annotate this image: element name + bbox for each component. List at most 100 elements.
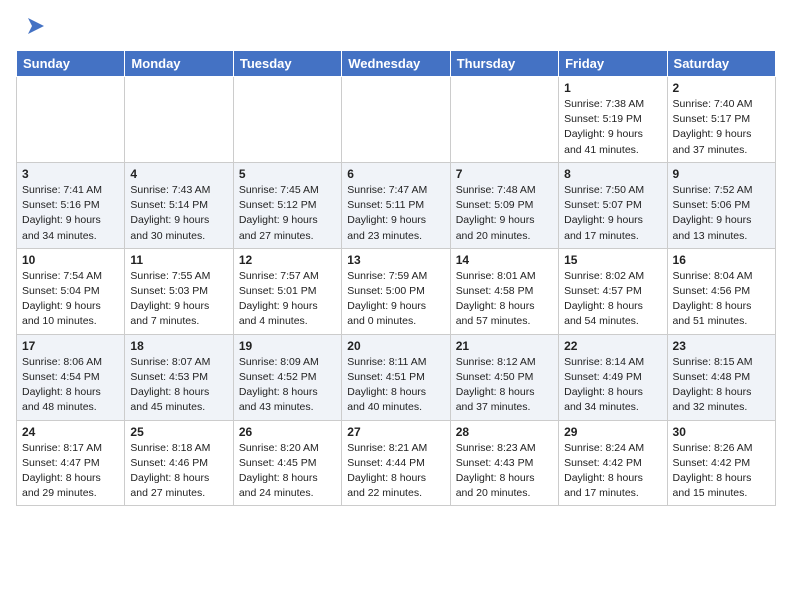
calendar-cell: 7 Sunrise: 7:48 AM Sunset: 5:09 PM Daylig… — [450, 162, 558, 248]
calendar-cell: 9 Sunrise: 7:52 AM Sunset: 5:06 PM Daylig… — [667, 162, 775, 248]
calendar-cell: 14 Sunrise: 8:01 AM Sunset: 4:58 PM Dayli… — [450, 248, 558, 334]
day-number: 21 — [456, 339, 553, 353]
calendar-cell: 5 Sunrise: 7:45 AM Sunset: 5:12 PM Daylig… — [233, 162, 341, 248]
day-number: 20 — [347, 339, 444, 353]
day-number: 8 — [564, 167, 661, 181]
calendar-week-row: 1 Sunrise: 7:38 AM Sunset: 5:19 PM Daylig… — [17, 77, 776, 163]
calendar-header-saturday: Saturday — [667, 51, 775, 77]
day-number: 29 — [564, 425, 661, 439]
calendar-cell — [342, 77, 450, 163]
day-number: 7 — [456, 167, 553, 181]
day-number: 12 — [239, 253, 336, 267]
day-info: Sunrise: 7:45 AM Sunset: 5:12 PM Dayligh… — [239, 183, 336, 244]
day-info: Sunrise: 8:06 AM Sunset: 4:54 PM Dayligh… — [22, 355, 119, 416]
day-number: 10 — [22, 253, 119, 267]
day-info: Sunrise: 8:20 AM Sunset: 4:45 PM Dayligh… — [239, 441, 336, 502]
calendar-cell: 3 Sunrise: 7:41 AM Sunset: 5:16 PM Daylig… — [17, 162, 125, 248]
day-number: 30 — [673, 425, 770, 439]
day-info: Sunrise: 8:04 AM Sunset: 4:56 PM Dayligh… — [673, 269, 770, 330]
day-number: 15 — [564, 253, 661, 267]
calendar: SundayMondayTuesdayWednesdayThursdayFrid… — [16, 50, 776, 506]
day-info: Sunrise: 8:07 AM Sunset: 4:53 PM Dayligh… — [130, 355, 227, 416]
calendar-cell: 21Sunrise: 8:12 AM Sunset: 4:50 PM Dayli… — [450, 334, 558, 420]
calendar-cell: 30 Sunrise: 8:26 AM Sunset: 4:42 PM Dayli… — [667, 420, 775, 506]
calendar-cell: 19Sunrise: 8:09 AM Sunset: 4:52 PM Dayli… — [233, 334, 341, 420]
calendar-cell: 11 Sunrise: 7:55 AM Sunset: 5:03 PM Dayli… — [125, 248, 233, 334]
day-info: Sunrise: 8:17 AM Sunset: 4:47 PM Dayligh… — [22, 441, 119, 502]
day-info: Sunrise: 7:52 AM Sunset: 5:06 PM Dayligh… — [673, 183, 770, 244]
calendar-week-row: 10 Sunrise: 7:54 AM Sunset: 5:04 PM Dayli… — [17, 248, 776, 334]
day-info: Sunrise: 8:21 AM Sunset: 4:44 PM Dayligh… — [347, 441, 444, 502]
calendar-cell — [450, 77, 558, 163]
day-number: 25 — [130, 425, 227, 439]
day-info: Sunrise: 8:26 AM Sunset: 4:42 PM Dayligh… — [673, 441, 770, 502]
calendar-cell: 4Sunrise: 7:43 AM Sunset: 5:14 PM Daylig… — [125, 162, 233, 248]
logo-icon — [20, 12, 48, 40]
day-number: 24 — [22, 425, 119, 439]
calendar-cell: 27 Sunrise: 8:21 AM Sunset: 4:44 PM Dayli… — [342, 420, 450, 506]
day-info: Sunrise: 7:50 AM Sunset: 5:07 PM Dayligh… — [564, 183, 661, 244]
calendar-cell: 23Sunrise: 8:15 AM Sunset: 4:48 PM Dayli… — [667, 334, 775, 420]
calendar-cell: 16 Sunrise: 8:04 AM Sunset: 4:56 PM Dayli… — [667, 248, 775, 334]
calendar-cell: 10 Sunrise: 7:54 AM Sunset: 5:04 PM Dayli… — [17, 248, 125, 334]
day-info: Sunrise: 8:11 AM Sunset: 4:51 PM Dayligh… — [347, 355, 444, 416]
calendar-cell: 24 Sunrise: 8:17 AM Sunset: 4:47 PM Dayli… — [17, 420, 125, 506]
day-number: 28 — [456, 425, 553, 439]
day-info: Sunrise: 7:48 AM Sunset: 5:09 PM Dayligh… — [456, 183, 553, 244]
calendar-cell: 1 Sunrise: 7:38 AM Sunset: 5:19 PM Daylig… — [559, 77, 667, 163]
day-number: 22 — [564, 339, 661, 353]
calendar-cell: 28Sunrise: 8:23 AM Sunset: 4:43 PM Dayli… — [450, 420, 558, 506]
calendar-cell: 29 Sunrise: 8:24 AM Sunset: 4:42 PM Dayli… — [559, 420, 667, 506]
day-info: Sunrise: 7:40 AM Sunset: 5:17 PM Dayligh… — [673, 97, 770, 158]
calendar-header-tuesday: Tuesday — [233, 51, 341, 77]
day-number: 1 — [564, 81, 661, 95]
calendar-cell: 12Sunrise: 7:57 AM Sunset: 5:01 PM Dayli… — [233, 248, 341, 334]
calendar-cell: 6 Sunrise: 7:47 AM Sunset: 5:11 PM Daylig… — [342, 162, 450, 248]
day-info: Sunrise: 8:14 AM Sunset: 4:49 PM Dayligh… — [564, 355, 661, 416]
calendar-header-friday: Friday — [559, 51, 667, 77]
day-number: 23 — [673, 339, 770, 353]
logo — [16, 16, 48, 40]
day-info: Sunrise: 8:18 AM Sunset: 4:46 PM Dayligh… — [130, 441, 227, 502]
day-info: Sunrise: 7:43 AM Sunset: 5:14 PM Dayligh… — [130, 183, 227, 244]
day-info: Sunrise: 8:01 AM Sunset: 4:58 PM Dayligh… — [456, 269, 553, 330]
day-info: Sunrise: 7:41 AM Sunset: 5:16 PM Dayligh… — [22, 183, 119, 244]
day-info: Sunrise: 7:59 AM Sunset: 5:00 PM Dayligh… — [347, 269, 444, 330]
calendar-cell: 18 Sunrise: 8:07 AM Sunset: 4:53 PM Dayli… — [125, 334, 233, 420]
day-number: 17 — [22, 339, 119, 353]
calendar-cell: 17 Sunrise: 8:06 AM Sunset: 4:54 PM Dayli… — [17, 334, 125, 420]
day-number: 14 — [456, 253, 553, 267]
calendar-cell: 20 Sunrise: 8:11 AM Sunset: 4:51 PM Dayli… — [342, 334, 450, 420]
calendar-week-row: 24 Sunrise: 8:17 AM Sunset: 4:47 PM Dayli… — [17, 420, 776, 506]
day-number: 6 — [347, 167, 444, 181]
day-number: 27 — [347, 425, 444, 439]
day-number: 19 — [239, 339, 336, 353]
calendar-cell: 22 Sunrise: 8:14 AM Sunset: 4:49 PM Dayli… — [559, 334, 667, 420]
day-number: 16 — [673, 253, 770, 267]
day-info: Sunrise: 7:38 AM Sunset: 5:19 PM Dayligh… — [564, 97, 661, 158]
calendar-header-monday: Monday — [125, 51, 233, 77]
day-info: Sunrise: 7:55 AM Sunset: 5:03 PM Dayligh… — [130, 269, 227, 330]
day-number: 5 — [239, 167, 336, 181]
day-info: Sunrise: 7:54 AM Sunset: 5:04 PM Dayligh… — [22, 269, 119, 330]
day-number: 9 — [673, 167, 770, 181]
calendar-cell: 8 Sunrise: 7:50 AM Sunset: 5:07 PM Daylig… — [559, 162, 667, 248]
calendar-header-wednesday: Wednesday — [342, 51, 450, 77]
calendar-cell: 26Sunrise: 8:20 AM Sunset: 4:45 PM Dayli… — [233, 420, 341, 506]
day-info: Sunrise: 7:47 AM Sunset: 5:11 PM Dayligh… — [347, 183, 444, 244]
calendar-cell: 13 Sunrise: 7:59 AM Sunset: 5:00 PM Dayli… — [342, 248, 450, 334]
day-number: 2 — [673, 81, 770, 95]
calendar-cell — [125, 77, 233, 163]
calendar-cell: 25 Sunrise: 8:18 AM Sunset: 4:46 PM Dayli… — [125, 420, 233, 506]
calendar-header-sunday: Sunday — [17, 51, 125, 77]
calendar-header-row: SundayMondayTuesdayWednesdayThursdayFrid… — [17, 51, 776, 77]
day-number: 18 — [130, 339, 227, 353]
day-number: 13 — [347, 253, 444, 267]
day-info: Sunrise: 8:02 AM Sunset: 4:57 PM Dayligh… — [564, 269, 661, 330]
calendar-header-thursday: Thursday — [450, 51, 558, 77]
calendar-cell — [17, 77, 125, 163]
calendar-cell: 2 Sunrise: 7:40 AM Sunset: 5:17 PM Daylig… — [667, 77, 775, 163]
day-number: 11 — [130, 253, 227, 267]
day-number: 3 — [22, 167, 119, 181]
day-info: Sunrise: 8:24 AM Sunset: 4:42 PM Dayligh… — [564, 441, 661, 502]
